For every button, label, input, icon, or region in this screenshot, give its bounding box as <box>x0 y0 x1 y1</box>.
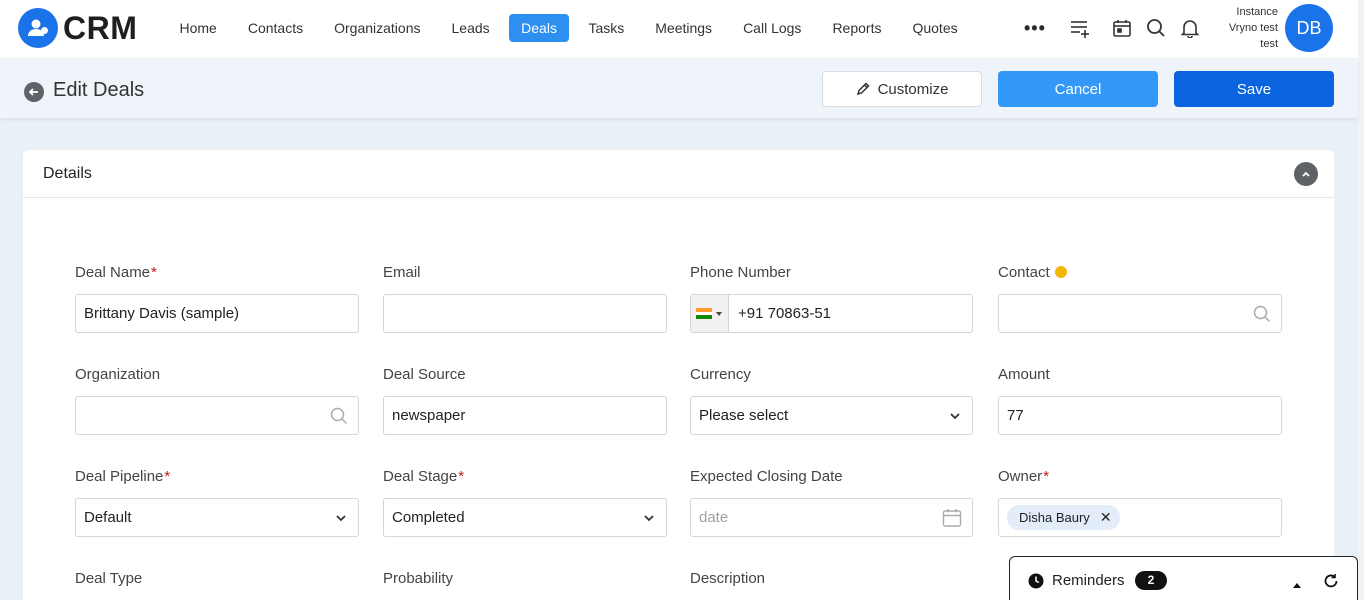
details-card: Details Deal Name* Brittany Davis (sampl… <box>23 150 1334 600</box>
deal-pipeline-label-text: Deal Pipeline <box>75 468 164 485</box>
nav-meetings[interactable]: Meetings <box>640 14 728 42</box>
probability-label: Probability <box>383 570 454 587</box>
deal-stage-label-text: Deal Stage <box>383 468 458 485</box>
india-flag-icon <box>696 308 712 320</box>
nav-tasks[interactable]: Tasks <box>573 14 640 42</box>
section-title: Details <box>43 165 92 182</box>
clock-icon <box>1028 573 1044 594</box>
app-logo[interactable]: CRM <box>18 8 137 48</box>
search-icon[interactable] <box>1144 16 1168 40</box>
nav-deals[interactable]: Deals <box>509 14 569 42</box>
nav-leads[interactable]: Leads <box>436 14 505 42</box>
phone-input[interactable]: +91 70863-51 <box>690 294 973 333</box>
reminders-count-badge: 2 <box>1135 571 1167 590</box>
currency-select[interactable]: Please select <box>690 396 973 435</box>
email-label: Email <box>383 264 421 281</box>
reminders-label: Reminders <box>1052 572 1125 589</box>
owner-label-text: Owner <box>998 468 1043 485</box>
caret-up-icon[interactable] <box>1292 576 1302 594</box>
instance-line-3: test <box>1260 38 1278 50</box>
instance-label: Instance Vryno test test <box>1214 4 1278 52</box>
phone-label: Phone Number <box>690 264 791 281</box>
description-label: Description <box>690 570 766 587</box>
bell-icon[interactable] <box>1178 16 1202 40</box>
avatar[interactable]: DB <box>1285 4 1333 52</box>
deal-name-label-text: Deal Name <box>75 264 151 281</box>
deal-pipeline-select[interactable]: Default <box>75 498 359 537</box>
deal-name-input[interactable]: Brittany Davis (sample) <box>75 294 359 333</box>
nav-quotes[interactable]: Quotes <box>897 14 973 42</box>
deal-pipeline-label: Deal Pipeline* <box>75 468 170 485</box>
email-input[interactable] <box>383 294 667 333</box>
owner-chip: Disha Baury ✕ <box>1007 505 1120 530</box>
logo-text: CRM <box>63 9 138 46</box>
country-selector[interactable] <box>691 295 729 332</box>
phone-value: +91 70863-51 <box>738 305 832 322</box>
currency-value: Please select <box>699 407 789 424</box>
deal-stage-select[interactable]: Completed <box>383 498 667 537</box>
deal-stage-value: Completed <box>392 509 465 526</box>
top-navigation: CRM Home Contacts Organizations Leads De… <box>0 0 1358 58</box>
customize-label: Customize <box>877 80 949 98</box>
contact-lookup-input[interactable] <box>998 294 1282 333</box>
owner-multiselect[interactable]: Disha Baury ✕ <box>998 498 1282 537</box>
search-icon[interactable] <box>1253 305 1271 327</box>
chevron-up-icon[interactable] <box>1294 162 1318 186</box>
more-icon[interactable]: ••• <box>1024 18 1046 39</box>
add-list-icon[interactable] <box>1068 16 1092 40</box>
details-section-header: Details <box>23 150 1334 198</box>
user-logo-icon <box>18 8 58 48</box>
pencil-icon <box>856 82 870 96</box>
required-marker: * <box>151 264 157 281</box>
reminders-panel[interactable]: Reminders 2 <box>1009 556 1358 600</box>
nav-contacts[interactable]: Contacts <box>232 14 318 42</box>
page-header: Edit Deals Customize Cancel Save <box>0 58 1358 118</box>
amount-label: Amount <box>998 366 1050 383</box>
instance-line-2: Vryno test <box>1228 22 1278 34</box>
required-marker: * <box>458 468 465 485</box>
amount-input[interactable]: 77 <box>998 396 1282 435</box>
organization-label: Organization <box>75 366 161 383</box>
deal-pipeline-value: Default <box>84 509 132 526</box>
chevron-down-icon <box>948 409 962 427</box>
owner-chip-label: Disha Baury <box>1019 510 1090 525</box>
info-icon[interactable] <box>1054 266 1067 279</box>
nav-home[interactable]: Home <box>164 14 232 42</box>
required-marker: * <box>164 468 171 485</box>
deal-source-input[interactable]: newspaper <box>383 396 667 435</box>
nav-menu: Home Contacts Organizations Leads Deals … <box>164 14 973 42</box>
cancel-button[interactable]: Cancel <box>998 71 1158 107</box>
date-placeholder: date <box>699 509 729 526</box>
owner-label: Owner* <box>998 468 1049 485</box>
instance-line-1: Instance <box>1236 6 1278 18</box>
refresh-icon[interactable] <box>1323 573 1339 594</box>
search-icon[interactable] <box>330 407 348 429</box>
page-title: Edit Deals <box>53 79 145 101</box>
contact-label-text: Contact <box>998 264 1050 281</box>
deal-name-label: Deal Name* <box>75 264 157 281</box>
vertical-scrollbar[interactable] <box>1358 0 1364 600</box>
organization-lookup-input[interactable] <box>75 396 359 435</box>
chevron-down-icon <box>334 511 348 529</box>
calendar-icon[interactable] <box>942 508 962 532</box>
contact-label: Contact <box>998 264 1067 281</box>
expected-closing-date-label: Expected Closing Date <box>690 468 843 485</box>
nav-reports[interactable]: Reports <box>817 14 897 42</box>
deal-type-label: Deal Type <box>75 570 143 587</box>
deal-stage-label: Deal Stage* <box>383 468 464 485</box>
deal-source-label: Deal Source <box>383 366 466 383</box>
nav-organizations[interactable]: Organizations <box>319 14 436 42</box>
close-icon[interactable]: ✕ <box>1100 509 1112 526</box>
nav-call-logs[interactable]: Call Logs <box>728 14 817 42</box>
back-arrow-icon[interactable] <box>24 82 44 102</box>
caret-down-icon <box>716 311 722 316</box>
required-marker: * <box>1043 468 1050 485</box>
currency-label: Currency <box>690 366 751 383</box>
customize-button[interactable]: Customize <box>822 71 982 107</box>
expected-closing-date-input[interactable]: date <box>690 498 973 537</box>
chevron-down-icon <box>642 511 656 529</box>
calendar-icon[interactable] <box>1110 16 1134 40</box>
save-button[interactable]: Save <box>1174 71 1334 107</box>
